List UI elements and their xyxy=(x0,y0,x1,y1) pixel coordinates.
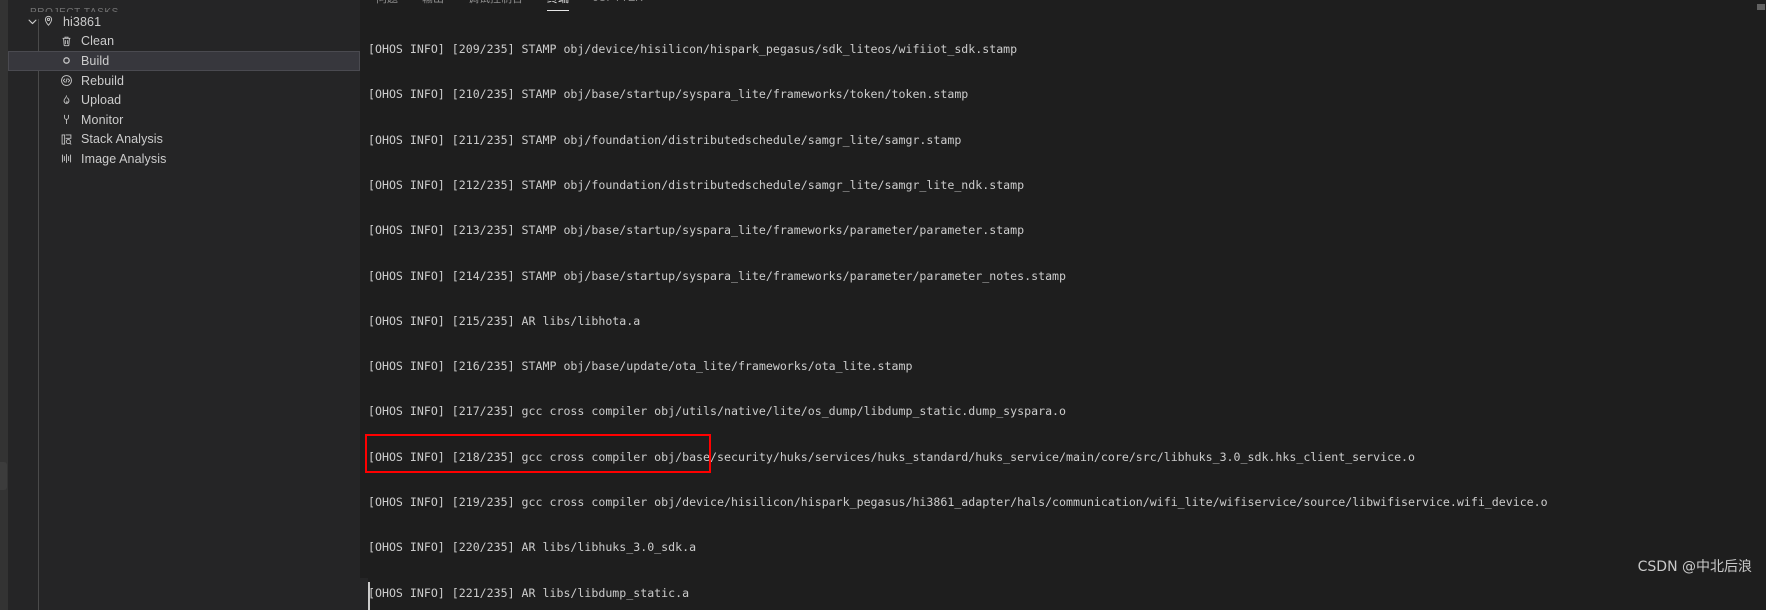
sidebar-item-image-analysis[interactable]: Image Analysis xyxy=(8,149,360,169)
sidebar-item-label: Build xyxy=(81,53,110,68)
sidebar-item-label: Upload xyxy=(81,93,122,108)
terminal-line: [OHOS INFO] [212/235] STAMP obj/foundati… xyxy=(368,178,1025,193)
sidebar-item-stack-analysis[interactable]: Stack Analysis xyxy=(8,130,360,150)
flame-icon xyxy=(58,92,75,108)
activity-bar-rail xyxy=(0,0,8,610)
terminal-panel: 问题 输出 调试控制台 终端 JUPYTER [OHOS INFO] [209/… xyxy=(360,0,1766,610)
stack-search-icon xyxy=(58,131,75,147)
terminal-scrollbar[interactable] xyxy=(1756,0,1766,610)
trash-icon xyxy=(58,33,75,49)
plug-icon xyxy=(58,112,75,128)
panel-tab-strip: 问题 输出 调试控制台 终端 JUPYTER xyxy=(360,0,643,12)
terminal-line: [OHOS INFO] [210/235] STAMP obj/base/sta… xyxy=(368,87,969,102)
tab-problems[interactable]: 问题 xyxy=(376,0,398,9)
terminal-line: [OHOS INFO] [213/235] STAMP obj/base/sta… xyxy=(368,223,1025,238)
chevron-down-icon[interactable] xyxy=(24,14,40,30)
terminal-line: [OHOS INFO] [218/235] gcc cross compiler… xyxy=(368,449,1416,464)
terminal-line: [OHOS INFO] [209/235] STAMP obj/device/h… xyxy=(368,42,1018,57)
terminal-line: [OHOS INFO] [221/235] AR libs/libdump_st… xyxy=(368,585,690,600)
terminal-output[interactable]: [OHOS INFO] [209/235] STAMP obj/device/h… xyxy=(360,12,1766,610)
tree-item-label: hi3861 xyxy=(63,14,102,29)
vscode-window: PROJECT TASKS hi3861 xyxy=(0,0,1766,610)
watermark-label: CSDN @中北后浪 xyxy=(1637,559,1752,575)
terminal-line: [OHOS INFO] [215/235] AR libs/libhota.a xyxy=(368,313,641,328)
terminal-line: [OHOS INFO] [211/235] STAMP obj/foundati… xyxy=(368,132,962,147)
project-tasks-sidebar: PROJECT TASKS hi3861 xyxy=(8,0,360,610)
tab-terminal[interactable]: 终端 xyxy=(547,0,569,11)
code-brackets-icon xyxy=(58,73,75,89)
sidebar-item-label: Stack Analysis xyxy=(81,132,163,147)
terminal-line: [OHOS INFO] [216/235] STAMP obj/base/upd… xyxy=(368,359,913,374)
sidebar-item-label: Clean xyxy=(81,34,115,49)
sidebar-item-upload[interactable]: Upload xyxy=(8,90,360,110)
circle-icon xyxy=(58,53,75,69)
sidebar-section-header[interactable]: PROJECT TASKS xyxy=(8,0,360,12)
terminal-line: [OHOS INFO] [220/235] AR libs/libhuks_3.… xyxy=(368,540,697,555)
sidebar-item-clean[interactable]: Clean xyxy=(8,32,360,52)
sidebar-item-label: Monitor xyxy=(81,112,124,127)
terminal-scrollbar-thumb[interactable] xyxy=(1757,4,1765,10)
tab-jupyter[interactable]: JUPYTER xyxy=(593,0,643,7)
image-bars-icon xyxy=(58,151,75,167)
tree-item-project-hi3861[interactable]: hi3861 xyxy=(8,12,360,32)
terminal-line: [OHOS INFO] [219/235] gcc cross compiler… xyxy=(368,495,1548,509)
terminal-line: [OHOS INFO] [214/235] STAMP obj/base/sta… xyxy=(368,268,1067,283)
terminal-left-gutter xyxy=(360,578,368,610)
sidebar-item-build[interactable]: Build xyxy=(8,51,360,71)
panel-drag-handle[interactable] xyxy=(0,462,7,490)
location-pin-icon xyxy=(40,14,57,30)
sidebar-item-monitor[interactable]: Monitor xyxy=(8,110,360,130)
tab-debug-console[interactable]: 调试控制台 xyxy=(468,0,523,9)
terminal-line: [OHOS INFO] [217/235] gcc cross compiler… xyxy=(368,404,1067,419)
sidebar-item-label: Rebuild xyxy=(81,73,125,88)
sidebar-item-label: Image Analysis xyxy=(81,151,167,166)
sidebar-item-rebuild[interactable]: Rebuild xyxy=(8,71,360,91)
tab-output[interactable]: 输出 xyxy=(422,0,444,9)
terminal-prompt-caret xyxy=(368,582,370,610)
